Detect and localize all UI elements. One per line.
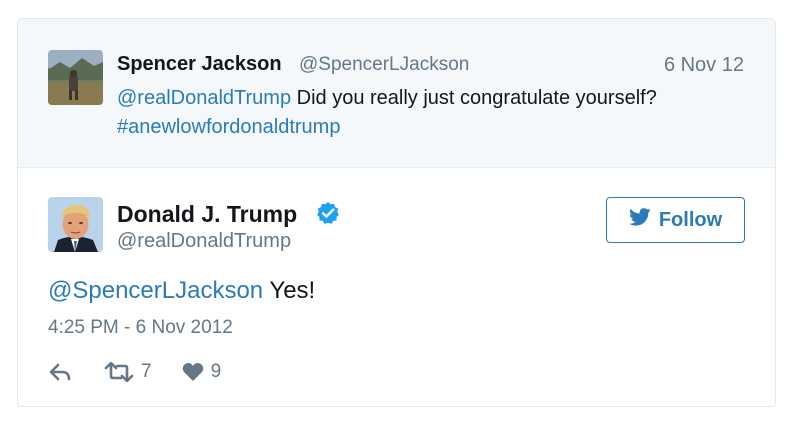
- reply-author-handle[interactable]: @SpencerLJackson: [299, 54, 469, 76]
- reply-text: @realDonaldTrump Did you really just con…: [117, 84, 757, 142]
- tweet-author-handle[interactable]: @realDonaldTrump: [117, 230, 291, 253]
- tweet-timestamp[interactable]: 4:25 PM - 6 Nov 2012: [48, 317, 233, 339]
- spencer-jackson-avatar[interactable]: [48, 50, 103, 105]
- heart-icon: [182, 362, 204, 382]
- tweet-actions: 7 9: [48, 359, 221, 385]
- like-count: 9: [210, 361, 222, 382]
- tweet-body-text: Yes!: [263, 277, 316, 304]
- retweet-action[interactable]: 7: [104, 361, 152, 383]
- donald-trump-avatar[interactable]: [48, 197, 103, 252]
- tweet-author-name[interactable]: Donald J. Trump: [117, 201, 297, 228]
- reply-date[interactable]: 6 Nov 12: [664, 54, 744, 77]
- follow-button-label: Follow: [658, 208, 723, 231]
- in-reply-to-tweet[interactable]: Spencer Jackson @SpencerLJackson 6 Nov 1…: [18, 19, 775, 168]
- reply-body-text: Did you really just congratulate yoursel…: [291, 87, 657, 109]
- reply-action[interactable]: [48, 362, 72, 382]
- like-action[interactable]: 9: [182, 361, 222, 383]
- reply-mention-link[interactable]: @realDonaldTrump: [117, 87, 291, 109]
- retweet-icon: [104, 362, 134, 382]
- retweet-count: 7: [141, 361, 152, 382]
- reply-icon: [48, 362, 72, 382]
- twitter-bird-icon: [628, 208, 651, 232]
- verified-badge-icon: [316, 201, 340, 225]
- follow-button[interactable]: Follow: [606, 197, 745, 243]
- tweet-mention-link[interactable]: @SpencerLJackson: [48, 277, 263, 304]
- tweet-text: @SpencerLJackson Yes!: [48, 277, 315, 305]
- reply-author-name[interactable]: Spencer Jackson: [117, 53, 282, 76]
- embedded-tweet-card: Spencer Jackson @SpencerLJackson 6 Nov 1…: [17, 18, 776, 407]
- reply-hashtag-link[interactable]: #anewlowfordonaldtrump: [117, 116, 340, 138]
